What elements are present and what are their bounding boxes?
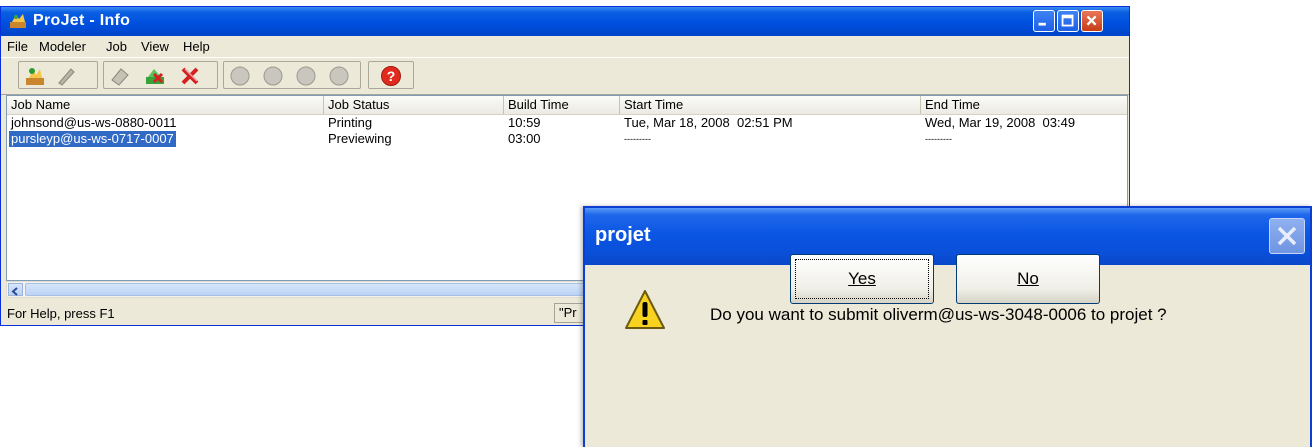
menu-file[interactable]: File [7, 39, 28, 54]
menu-job[interactable]: Job [106, 39, 127, 54]
column-job-name[interactable]: Job Name [7, 96, 324, 114]
job-list-header: Job Name Job Status Build Time Start Tim… [7, 96, 1127, 115]
dialog-close-button[interactable] [1269, 218, 1305, 254]
maximize-button[interactable] [1057, 10, 1079, 32]
add-job-icon[interactable] [24, 65, 46, 87]
toolbar: ? [1, 57, 1129, 95]
toolbar-group-disabled [223, 61, 361, 89]
focus-rect [795, 259, 929, 299]
window-title: ProJet - Info [33, 12, 131, 29]
scroll-left-button[interactable] [8, 283, 23, 296]
title-bar[interactable]: ProJet - Info [1, 7, 1129, 36]
warning-icon [625, 290, 665, 329]
yes-button[interactable]: Yes [790, 254, 934, 304]
disabled-circle-icon [263, 66, 283, 86]
no-button-label: No [1017, 269, 1039, 288]
disabled-circle-icon [296, 66, 316, 86]
minimize-icon [1038, 22, 1046, 26]
build-time-cell: 03:00 [508, 131, 541, 146]
help-icon[interactable]: ? [380, 65, 402, 87]
minimize-button[interactable] [1033, 10, 1055, 32]
edit-job-icon[interactable] [55, 65, 77, 87]
disabled-circle-icon [329, 66, 349, 86]
column-job-status[interactable]: Job Status [324, 96, 504, 114]
table-row[interactable]: pursleyp@us-ws-0717-0007 Previewing 03:0… [7, 131, 1127, 147]
toolbar-group-help: ? [368, 61, 414, 89]
menu-modeler[interactable]: Modeler [39, 39, 86, 54]
projet-app-icon [10, 14, 26, 28]
job-name-cell-selected: pursleyp@us-ws-0717-0007 [9, 131, 176, 147]
cancel-job-icon[interactable] [144, 65, 166, 87]
dialog-title-bar[interactable]: projet [585, 208, 1310, 265]
status-help-text: For Help, press F1 [7, 306, 115, 321]
column-build-time[interactable]: Build Time [504, 96, 620, 114]
close-icon [1277, 226, 1297, 246]
table-row[interactable]: johnsond@us-ws-0880-0011 Printing 10:59 … [7, 115, 1127, 131]
job-name-cell: johnsond@us-ws-0880-0011 [11, 115, 177, 130]
dialog-message: Do you want to submit oliverm@us-ws-3048… [710, 305, 1167, 324]
start-time-cell: Tue, Mar 18, 2008 02:51 PM [624, 115, 793, 130]
build-time-cell: 10:59 [508, 115, 541, 130]
confirm-dialog: projet Do you want to submit oliverm@us-… [583, 206, 1312, 447]
toolbar-group-job [18, 61, 98, 89]
print-icon[interactable] [109, 65, 131, 87]
close-button[interactable] [1081, 10, 1103, 32]
menu-help[interactable]: Help [183, 39, 210, 54]
svg-text:?: ? [387, 68, 396, 84]
menu-view[interactable]: View [141, 39, 169, 54]
start-time-cell: --------- [624, 134, 651, 144]
dialog-title: projet [595, 224, 651, 246]
maximize-icon [1061, 14, 1074, 27]
disabled-circle-icon [230, 66, 250, 86]
close-icon [1086, 15, 1097, 26]
chevron-left-icon [11, 287, 18, 296]
job-status-cell: Previewing [328, 131, 392, 146]
column-end-time[interactable]: End Time [921, 96, 1127, 114]
end-time-cell: --------- [925, 134, 952, 144]
toolbar-group-print [103, 61, 218, 89]
menu-bar: File Modeler Job View Help [1, 36, 1129, 56]
column-start-time[interactable]: Start Time [620, 96, 921, 114]
end-time-cell: Wed, Mar 19, 2008 03:49 [925, 115, 1076, 130]
delete-job-icon[interactable] [179, 65, 201, 87]
job-status-cell: Printing [328, 115, 373, 130]
no-button[interactable]: No [956, 254, 1100, 304]
